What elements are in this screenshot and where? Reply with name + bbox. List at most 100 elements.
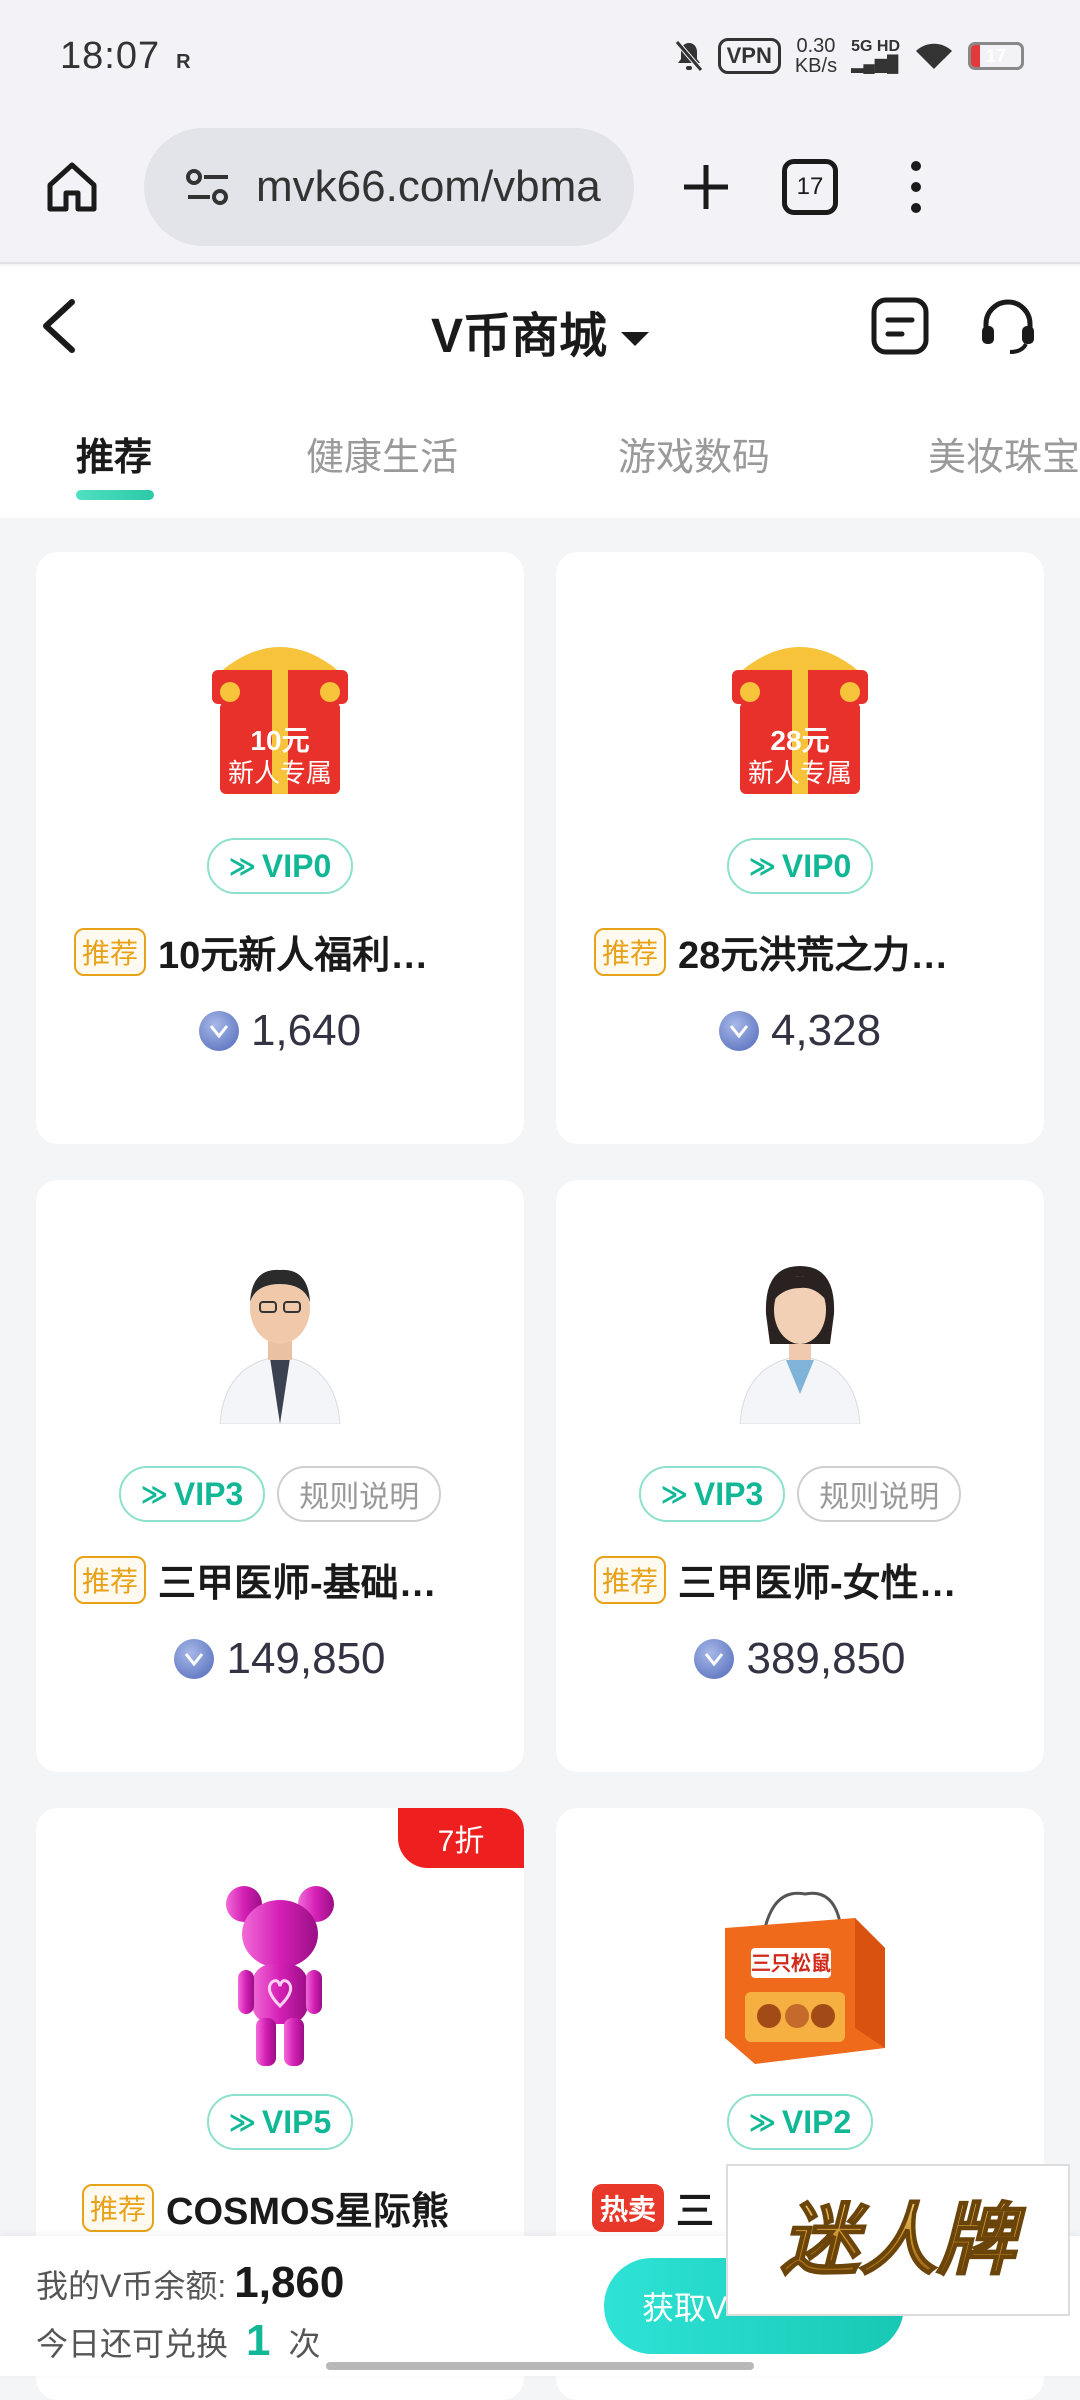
title-text: V币商城 <box>430 310 608 363</box>
price-value: 149,850 <box>226 1634 386 1683</box>
double-chevron-icon: ≫ <box>748 850 776 881</box>
product-name-row: 推荐 COSMOS星际熊 <box>82 2180 494 2235</box>
r-mark: R <box>176 50 192 73</box>
url-bar[interactable]: mvk66.com/vbma <box>144 128 634 246</box>
tab-switcher-button[interactable]: 17 <box>782 159 838 215</box>
price-row: 389,850 <box>556 1634 1044 1684</box>
customer-service-icon[interactable] <box>976 294 1040 358</box>
vpn-badge: VPN <box>717 38 781 74</box>
vip-badge: ≫ VIP3 <box>118 1466 266 1522</box>
v-coin-icon <box>718 1011 759 1051</box>
vip-text: VIP2 <box>781 2103 852 2140</box>
recommend-tag: 推荐 <box>594 1555 667 1604</box>
product-card[interactable]: ≫ VIP3 规则说明 推荐 三甲医师-女性… 389,850 <box>556 1180 1044 1772</box>
product-name: COSMOS星际熊 <box>166 2191 449 2233</box>
category-tabs: 推荐 健康生活 游戏数码 美妆珠宝 <box>0 386 1080 518</box>
mute-bell-icon <box>674 40 703 72</box>
battery-level: 17 <box>985 45 1007 66</box>
today-unit: 次 <box>288 2326 321 2362</box>
product-name-row: 推荐 三甲医师-基础… <box>74 1552 494 1607</box>
battery-icon: 17 <box>968 42 1024 70</box>
tab-games[interactable]: 游戏数码 <box>618 426 770 481</box>
balance-label: 我的V币余额: <box>36 2268 227 2304</box>
recommend-tag: 推荐 <box>82 2183 155 2232</box>
vip-text: VIP3 <box>173 1475 244 1512</box>
product-card[interactable]: ≫ VIP3 规则说明 推荐 三甲医师-基础… 149,850 <box>36 1180 524 1772</box>
balance-row: 我的V币余额: 1,860 <box>36 2258 344 2308</box>
vip-badge: ≫ VIP0 <box>726 838 874 894</box>
gesture-home-indicator[interactable] <box>326 2362 754 2370</box>
vip-text: VIP0 <box>261 847 332 884</box>
snack-gift-box-image: 三只松鼠 <box>725 1891 885 2064</box>
caret-down-icon <box>621 332 650 347</box>
product-name: 三 <box>676 2191 715 2233</box>
gift-box-icon: 10元 新人专属 <box>212 647 348 794</box>
vip-badge: ≫ VIP5 <box>206 2094 354 2150</box>
vip-text: VIP5 <box>261 2103 332 2140</box>
price-value: 1,640 <box>250 1006 362 1055</box>
watermark-logo-art: 迷人牌 <box>780 2195 1027 2287</box>
gift-label-amount: 28元 <box>770 725 829 756</box>
today-remaining-row: 今日还可兑换 1 次 <box>36 2316 321 2366</box>
tab-beauty[interactable]: 美妆珠宝 <box>928 426 1080 481</box>
badge-row: ≫ VIP0 <box>36 838 524 894</box>
status-bar: 18:07 R VPN 0.30 KB/s 5G HD ▂▄▆█ 17 <box>0 0 1080 112</box>
time-text: 18:07 <box>60 34 161 77</box>
product-image <box>36 1244 524 1424</box>
tab-health[interactable]: 健康生活 <box>306 426 458 481</box>
product-card[interactable]: 28元 新人专属 ≫ VIP0 推荐 28元洪荒之力… 4,328 <box>556 552 1044 1144</box>
rules-button[interactable]: 规则说明 <box>797 1466 962 1522</box>
cell-signal-icon: 5G HD ▂▄▆█ <box>851 38 900 73</box>
orders-icon[interactable] <box>868 294 932 358</box>
rules-button[interactable]: 规则说明 <box>277 1466 442 1522</box>
product-name: 三甲医师-女性… <box>678 1563 957 1605</box>
status-icons: VPN 0.30 KB/s 5G HD ▂▄▆█ 17 <box>674 36 1024 76</box>
site-settings-icon[interactable] <box>184 167 232 207</box>
product-name-row: 推荐 28元洪荒之力… <box>594 924 1014 979</box>
product-name-row: 推荐 10元新人福利… <box>74 924 494 979</box>
tab-recommend[interactable]: 推荐 <box>76 426 152 481</box>
active-tab-indicator <box>76 490 154 500</box>
home-button[interactable] <box>36 151 108 223</box>
double-chevron-icon: ≫ <box>228 850 256 881</box>
double-chevron-icon: ≫ <box>660 1478 688 1509</box>
box-brand-text: 三只松鼠 <box>751 1952 831 1975</box>
product-image: 10元 新人专属 <box>36 632 524 794</box>
speed-value: 0.30 <box>796 35 836 57</box>
dot <box>911 182 921 192</box>
price-value: 389,850 <box>746 1634 906 1683</box>
badge-row: ≫ VIP5 <box>36 2094 524 2150</box>
v-coin-icon <box>198 1011 239 1051</box>
badge-row: ≫ VIP3 规则说明 <box>556 1466 1044 1522</box>
v-coin-icon <box>694 1639 735 1679</box>
watermark-logo: 迷人牌 <box>726 2164 1070 2316</box>
home-icon <box>47 162 97 212</box>
price-row: 1,640 <box>36 1006 524 1056</box>
net-speed: 0.30 KB/s <box>795 36 837 76</box>
badge-row: ≫ VIP2 <box>556 2094 1044 2150</box>
new-tab-button[interactable] <box>670 151 742 223</box>
browser-toolbar: mvk66.com/vbma 17 <box>0 112 1080 264</box>
product-name: 10元新人福利… <box>158 935 429 977</box>
double-chevron-icon: ≫ <box>228 2106 256 2137</box>
network-type: 5G HD <box>851 38 900 55</box>
status-time: 18:07 R <box>60 35 192 78</box>
pink-bear-figure <box>226 1886 334 2066</box>
double-chevron-icon: ≫ <box>748 2106 776 2137</box>
v-coin-icon <box>174 1639 215 1679</box>
product-image <box>36 1882 524 2072</box>
recommend-tag: 推荐 <box>74 927 147 976</box>
dot <box>911 203 921 213</box>
gift-label-text: 新人专属 <box>228 758 332 788</box>
badge-row: ≫ VIP0 <box>556 838 1044 894</box>
vip-badge: ≫ VIP3 <box>638 1466 786 1522</box>
hot-tag: 热卖 <box>592 2183 665 2232</box>
wifi-icon <box>916 43 952 69</box>
today-label: 今日还可兑换 <box>36 2326 229 2362</box>
page-header: V币商城 <box>0 266 1080 386</box>
gift-label-amount: 10元 <box>250 725 309 756</box>
gift-label-text: 新人专属 <box>748 758 852 788</box>
male-doctor-image <box>219 1269 341 1424</box>
more-options-button[interactable] <box>896 151 936 223</box>
product-card[interactable]: 10元 新人专属 ≫ VIP0 推荐 10元新人福利… 1,640 <box>36 552 524 1144</box>
